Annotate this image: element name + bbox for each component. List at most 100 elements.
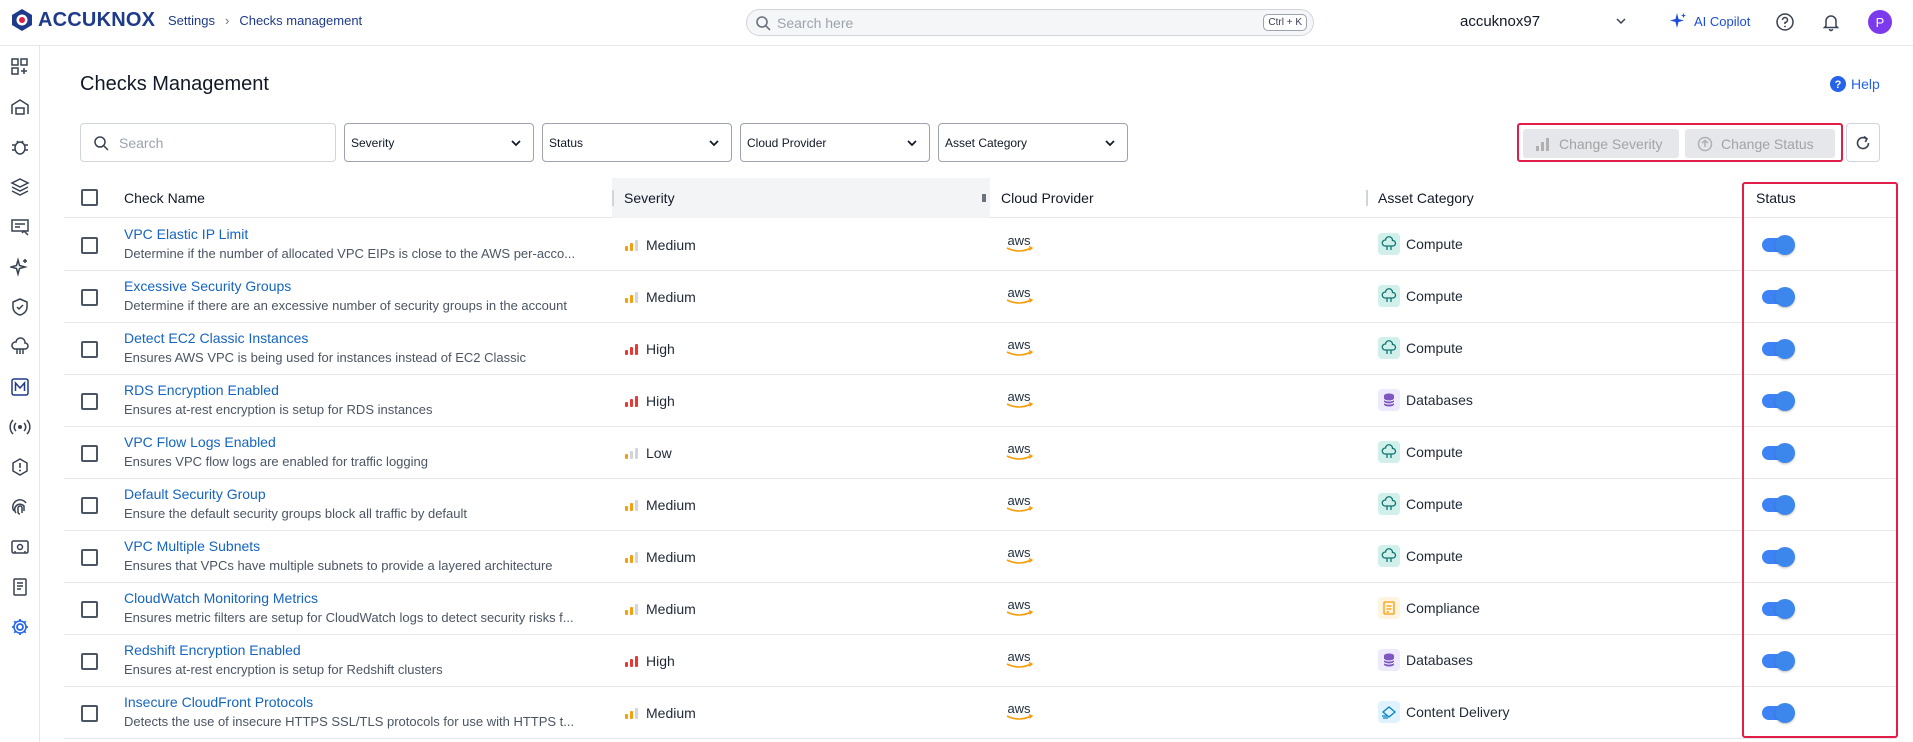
asset-category-label: Compute: [1406, 444, 1463, 460]
asset-icon: [1378, 285, 1400, 307]
avatar[interactable]: P: [1868, 10, 1892, 34]
status-toggle[interactable]: [1762, 651, 1795, 671]
row-checkbox[interactable]: [81, 601, 98, 618]
layers-icon[interactable]: [9, 176, 31, 198]
vulnerability-bug-icon[interactable]: [9, 136, 31, 158]
svg-text:aws: aws: [1007, 701, 1031, 716]
column-header-severity[interactable]: Severity: [624, 190, 675, 206]
ai-copilot-button[interactable]: AI Copilot: [1668, 11, 1750, 31]
check-name-link[interactable]: Detect EC2 Classic Instances: [124, 330, 308, 346]
breadcrumb: Settings › Checks management: [168, 13, 362, 28]
severity-bars-icon: [625, 447, 638, 459]
status-toggle[interactable]: [1762, 599, 1795, 619]
asset-category-cell: Compute: [1378, 545, 1463, 567]
dashboard-icon[interactable]: [9, 56, 31, 78]
status-toggle[interactable]: [1762, 391, 1795, 411]
cloud-provider-filter-label: Cloud Provider: [747, 135, 827, 150]
aws-logo-icon: aws: [1002, 493, 1036, 520]
breadcrumb-settings[interactable]: Settings: [168, 13, 215, 28]
status-toggle[interactable]: [1762, 339, 1795, 359]
column-resizer[interactable]: [612, 190, 614, 206]
change-status-button[interactable]: Change Status: [1685, 129, 1835, 158]
change-severity-button[interactable]: Change Severity: [1523, 129, 1679, 158]
cloud-workload-icon[interactable]: [9, 336, 31, 358]
severity-cell: Medium: [625, 601, 696, 617]
column-resizer[interactable]: [1366, 190, 1368, 206]
row-checkbox[interactable]: [81, 445, 98, 462]
check-name-link[interactable]: VPC Flow Logs Enabled: [124, 434, 276, 450]
settings-warning-icon[interactable]: [9, 456, 31, 478]
column-header-cloud-provider[interactable]: Cloud Provider: [1001, 190, 1094, 206]
asset-category-label: Compliance: [1406, 600, 1480, 616]
check-name-link[interactable]: Excessive Security Groups: [124, 278, 291, 294]
ticket-icon[interactable]: [9, 536, 31, 558]
asset-icon: [1378, 337, 1400, 359]
check-name-link[interactable]: VPC Multiple Subnets: [124, 538, 260, 554]
status-toggle[interactable]: [1762, 443, 1795, 463]
severity-filter-dropdown[interactable]: Severity: [344, 123, 534, 162]
check-name-link[interactable]: RDS Encryption Enabled: [124, 382, 279, 398]
fingerprint-icon[interactable]: [9, 496, 31, 518]
accuknox-logo[interactable]: ACCUKNOX: [10, 8, 155, 32]
svg-text:aws: aws: [1007, 285, 1031, 300]
inventory-icon[interactable]: [9, 96, 31, 118]
status-filter-dropdown[interactable]: Status: [542, 123, 732, 162]
table-row: Redshift Encryption Enabled Ensures at-r…: [64, 635, 1897, 687]
row-checkbox[interactable]: [81, 549, 98, 566]
severity-bars-icon: [625, 291, 638, 303]
help-link[interactable]: ? Help: [1830, 76, 1880, 92]
cloud-provider-filter-dropdown[interactable]: Cloud Provider: [740, 123, 930, 162]
table-row: VPC Multiple Subnets Ensures that VPCs h…: [64, 531, 1897, 583]
status-toggle[interactable]: [1762, 287, 1795, 307]
severity-bars-icon: [625, 655, 638, 667]
status-toggle[interactable]: [1762, 703, 1795, 723]
check-name-link[interactable]: Default Security Group: [124, 486, 266, 502]
row-checkbox[interactable]: [81, 653, 98, 670]
severity-cell: High: [625, 341, 675, 357]
status-toggle[interactable]: [1762, 235, 1795, 255]
column-header-check-name[interactable]: Check Name: [124, 190, 205, 206]
asset-icon: [1378, 493, 1400, 515]
asset-icon: [1378, 233, 1400, 255]
toggle-knob: [1775, 443, 1795, 463]
issues-icon[interactable]: [9, 216, 31, 238]
chevron-down-icon[interactable]: [1614, 14, 1628, 28]
row-checkbox[interactable]: [81, 341, 98, 358]
column-header-status[interactable]: Status: [1756, 190, 1796, 206]
check-search-input[interactable]: Search: [80, 123, 336, 162]
status-toggle[interactable]: [1762, 495, 1795, 515]
global-search-input[interactable]: Search here Ctrl + K: [746, 9, 1314, 36]
refresh-button[interactable]: [1846, 123, 1880, 162]
svg-text:aws: aws: [1007, 337, 1031, 352]
column-resizer[interactable]: [982, 194, 986, 202]
network-signal-icon[interactable]: [9, 416, 31, 438]
settings-gear-icon[interactable]: [9, 616, 31, 638]
row-checkbox[interactable]: [81, 289, 98, 306]
severity-label: Medium: [646, 237, 696, 253]
m-badge-icon[interactable]: [9, 376, 31, 398]
toggle-knob: [1775, 287, 1795, 307]
check-name-link[interactable]: VPC Elastic IP Limit: [124, 226, 248, 242]
row-checkbox[interactable]: [81, 497, 98, 514]
shield-icon[interactable]: [9, 296, 31, 318]
asset-category-filter-dropdown[interactable]: Asset Category: [938, 123, 1128, 162]
row-checkbox[interactable]: [81, 705, 98, 722]
severity-label: High: [646, 393, 675, 409]
row-checkbox[interactable]: [81, 393, 98, 410]
status-toggle[interactable]: [1762, 547, 1795, 567]
row-checkbox[interactable]: [81, 237, 98, 254]
sparkle-icon: [1670, 13, 1686, 28]
column-header-asset-category[interactable]: Asset Category: [1378, 190, 1474, 206]
bell-icon[interactable]: [1821, 12, 1841, 32]
check-name-link[interactable]: Insecure CloudFront Protocols: [124, 694, 313, 710]
help-circle-icon[interactable]: [1775, 12, 1795, 32]
asset-category-label: Compute: [1406, 340, 1463, 356]
ai-sparkle-icon[interactable]: [9, 256, 31, 278]
check-name-link[interactable]: Redshift Encryption Enabled: [124, 642, 301, 658]
check-name-link[interactable]: CloudWatch Monitoring Metrics: [124, 590, 318, 606]
help-icon: ?: [1830, 76, 1846, 92]
select-all-checkbox[interactable]: [81, 189, 98, 206]
asset-category-label: Content Delivery: [1406, 704, 1510, 720]
reports-icon[interactable]: [9, 576, 31, 598]
tenant-selector[interactable]: accuknox97: [1460, 13, 1540, 30]
